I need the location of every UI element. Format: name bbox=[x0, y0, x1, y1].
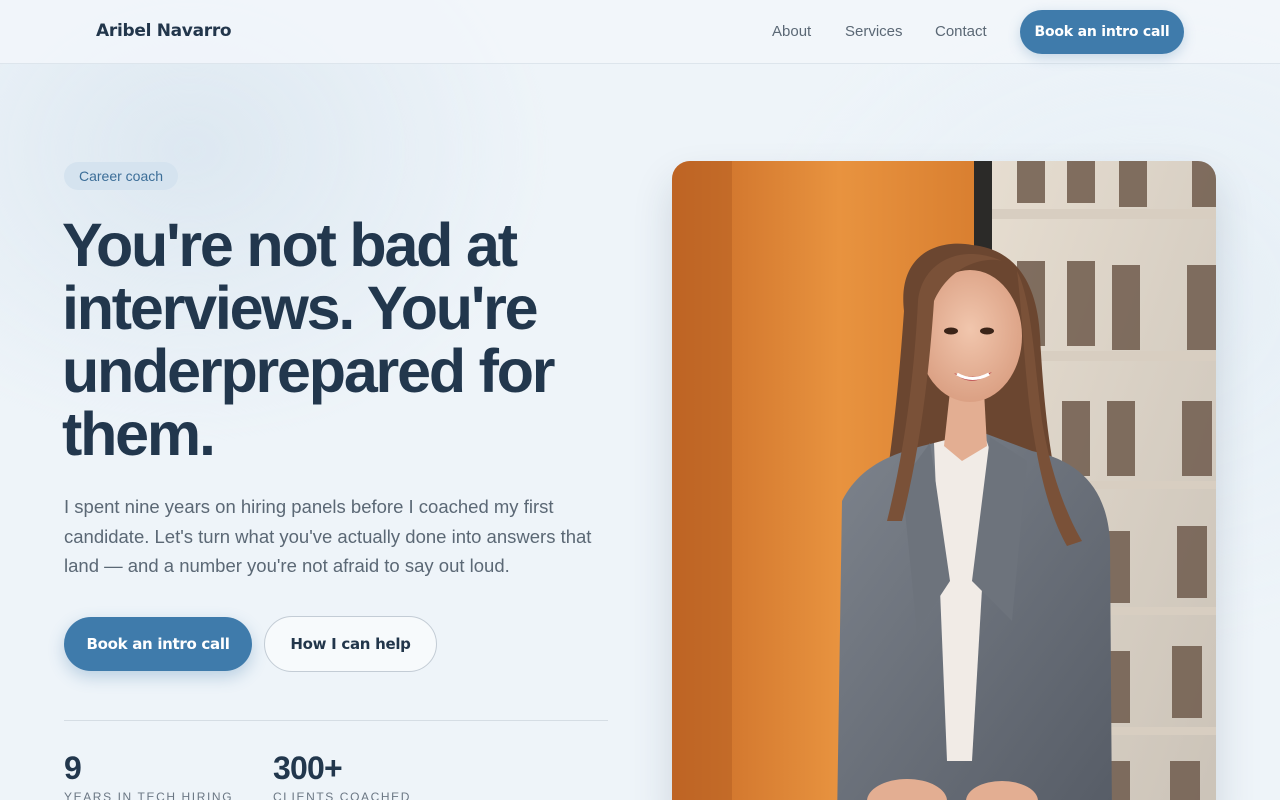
site-header: Aribel Navarro About Services Contact Bo… bbox=[0, 0, 1280, 64]
coach-portrait-photo bbox=[672, 161, 1216, 800]
stat-years-label: YEARS IN TECH HIRING bbox=[64, 790, 234, 800]
stat-years-value: 9 bbox=[64, 750, 82, 786]
how-i-can-help-button[interactable]: How I can help bbox=[264, 616, 437, 672]
career-coach-badge: Career coach bbox=[64, 162, 178, 190]
book-intro-call-button[interactable]: Book an intro call bbox=[64, 617, 252, 671]
nav-link-contact[interactable]: Contact bbox=[935, 23, 987, 40]
header-book-call-button[interactable]: Book an intro call bbox=[1020, 10, 1184, 54]
brand-logo[interactable]: Aribel Navarro bbox=[96, 21, 232, 41]
hero-description: I spent nine years on hiring panels befo… bbox=[64, 496, 592, 576]
nav-link-about[interactable]: About bbox=[772, 23, 811, 40]
stats-divider bbox=[64, 720, 608, 721]
stat-clients-value: 300+ bbox=[273, 750, 343, 786]
stat-clients-label: CLIENTS COACHED bbox=[273, 790, 412, 800]
hero-headline: You're not bad at interviews. You're und… bbox=[62, 211, 556, 468]
nav-link-services[interactable]: Services bbox=[845, 23, 903, 40]
